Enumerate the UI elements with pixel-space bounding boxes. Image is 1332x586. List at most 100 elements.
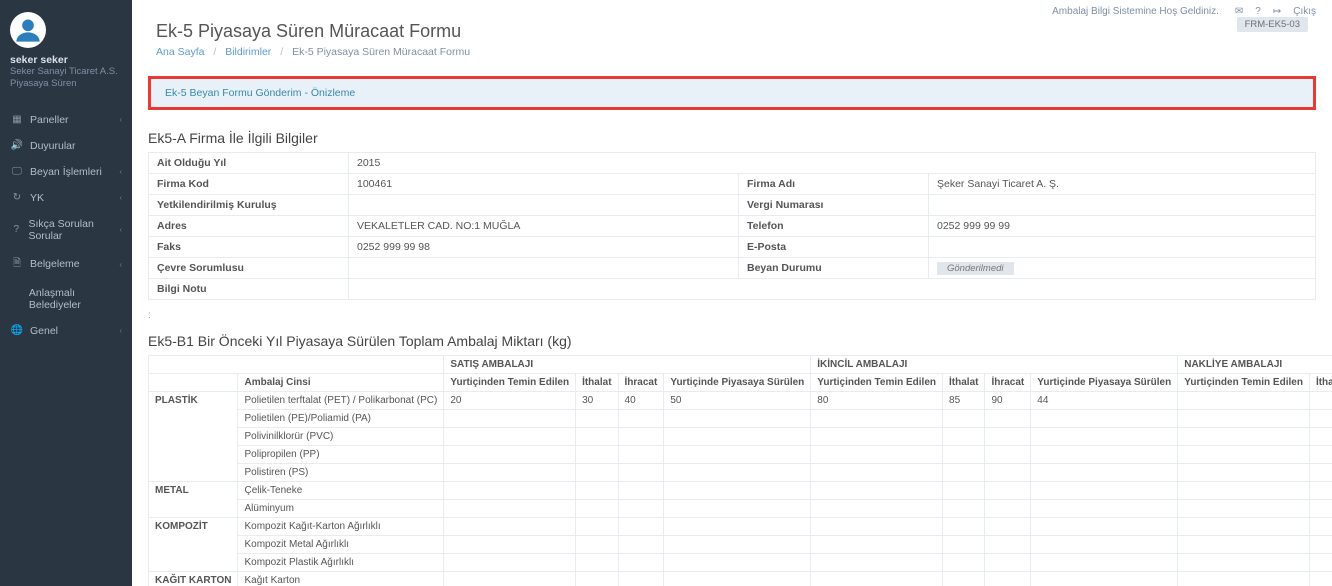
breadcrumb-current: Ek-5 Piyasaya Süren Müracaat Formu [292, 46, 470, 58]
data-cell [985, 572, 1031, 586]
chevron-left-icon: ‹ [119, 326, 122, 335]
data-cell [811, 518, 943, 536]
nav-icon: 🔊 [10, 140, 24, 151]
logout-icon[interactable]: ↦ [1273, 6, 1281, 17]
table-row: Polistiren (PS) [149, 464, 1332, 482]
data-cell [576, 482, 618, 500]
data-cell [444, 446, 576, 464]
ek5a-note-value [349, 279, 1316, 300]
data-cell: 30 [576, 392, 618, 410]
data-cell [618, 482, 664, 500]
data-cell: Polietilen terftalat (PET) / Polikarbona… [238, 392, 444, 410]
nav-label: Duyurular [30, 140, 76, 152]
data-cell [1178, 392, 1310, 410]
ek5a-tel-value: 0252 999 99 99 [929, 216, 1316, 237]
data-cell [1309, 410, 1332, 428]
data-cell [1309, 554, 1332, 572]
sidebar-item[interactable]: 🖵Beyan İşlemleri‹ [0, 159, 132, 185]
data-cell [664, 518, 811, 536]
data-cell [618, 428, 664, 446]
category-cell: PLASTİK [149, 392, 238, 482]
nav-icon: ▦ [10, 114, 24, 125]
data-cell: Kompozit Kağıt-Karton Ağırlıklı [238, 518, 444, 536]
data-cell [985, 410, 1031, 428]
data-cell [618, 410, 664, 428]
sidebar-item[interactable]: ↻YK‹ [0, 185, 132, 211]
data-cell [618, 446, 664, 464]
data-cell [664, 572, 811, 586]
data-cell: Polietilen (PE)/Poliamid (PA) [238, 410, 444, 428]
sidebar-item[interactable]: ▦Paneller‹ [0, 107, 132, 133]
data-cell [576, 464, 618, 482]
data-cell [1178, 554, 1310, 572]
data-cell [1309, 572, 1332, 586]
data-cell [985, 518, 1031, 536]
sidebar-item[interactable]: ?Sıkça Sorulan Sorular‹ [0, 211, 132, 249]
data-cell [1309, 392, 1332, 410]
data-cell [1031, 482, 1178, 500]
data-cell [444, 410, 576, 428]
sidebar-item[interactable]: Anlaşmalı Belediyeler [0, 280, 132, 318]
data-cell [943, 446, 985, 464]
data-cell: 90 [985, 392, 1031, 410]
table-row: PLASTİKPolietilen terftalat (PET) / Poli… [149, 392, 1332, 410]
data-cell [811, 464, 943, 482]
topbar: Ambalaj Bilgi Sistemine Hoş Geldiniz. ✉ … [132, 0, 1332, 17]
data-cell: 80 [811, 392, 943, 410]
ek5b1-table: SATIŞ AMBALAJI İKİNCİL AMBALAJI NAKLİYE … [148, 355, 1332, 586]
data-cell: 20 [444, 392, 576, 410]
help-icon[interactable]: ? [1255, 6, 1261, 17]
data-cell [444, 572, 576, 586]
nav-label: YK [30, 192, 44, 204]
data-cell [811, 428, 943, 446]
data-cell [1031, 428, 1178, 446]
data-cell [1309, 536, 1332, 554]
data-cell [1031, 554, 1178, 572]
sidebar-item[interactable]: 🔊 Duyurular [0, 133, 132, 159]
breadcrumb-mid[interactable]: Bildirimler [225, 46, 271, 58]
nav-icon: 🌐 [10, 325, 24, 336]
data-cell [985, 428, 1031, 446]
ek5a-tax-value [929, 195, 1316, 216]
data-cell [444, 428, 576, 446]
data-cell [943, 518, 985, 536]
ek5a-addr-value: VEKALETLER CAD. NO:1 MUĞLA [349, 216, 739, 237]
preview-alert: Ek-5 Beyan Formu Gönderim - Önizleme [148, 76, 1316, 110]
data-cell [618, 536, 664, 554]
ek5a-mail-label: E-Posta [739, 237, 929, 258]
data-cell [444, 500, 576, 518]
mail-icon[interactable]: ✉ [1235, 6, 1243, 17]
data-cell [985, 482, 1031, 500]
nav-icon: 🖵 [10, 166, 24, 177]
user-role-dropdown[interactable]: Piyasaya Süren [10, 78, 122, 90]
data-cell [664, 482, 811, 500]
main: Ambalaj Bilgi Sistemine Hoş Geldiniz. ✉ … [132, 0, 1332, 586]
sidebar-item[interactable]: 🌐Genel‹ [0, 318, 132, 344]
data-cell [576, 518, 618, 536]
logout-link[interactable]: Çıkış [1293, 6, 1316, 17]
ek5a-addr-label: Adres [149, 216, 349, 237]
breadcrumb-home[interactable]: Ana Sayfa [156, 46, 204, 58]
data-cell [811, 482, 943, 500]
ek5a-tax-label: Vergi Numarası [739, 195, 929, 216]
data-cell [664, 410, 811, 428]
ek5a-mail-value [929, 237, 1316, 258]
ek5a-code-label: Firma Kod [149, 174, 349, 195]
data-cell [985, 446, 1031, 464]
table-row: Alüminyum [149, 500, 1332, 518]
nav-icon: 🗎 [10, 256, 24, 273]
ek5a-env-value [349, 258, 739, 279]
data-cell [1178, 482, 1310, 500]
data-cell [664, 464, 811, 482]
nav-label: Sıkça Sorulan Sorular [28, 218, 119, 242]
ek5a-fax-label: Faks [149, 237, 349, 258]
sidebar-item[interactable]: 🗎Belgeleme‹ [0, 249, 132, 280]
user-icon [14, 16, 42, 44]
nav-label: Beyan İşlemleri [30, 166, 102, 178]
data-cell [444, 554, 576, 572]
table-row: Kompozit Plastik Ağırlıklı [149, 554, 1332, 572]
welcome-text: Ambalaj Bilgi Sistemine Hoş Geldiniz. [1052, 6, 1219, 17]
data-cell [618, 572, 664, 586]
data-cell [943, 464, 985, 482]
data-cell [664, 536, 811, 554]
